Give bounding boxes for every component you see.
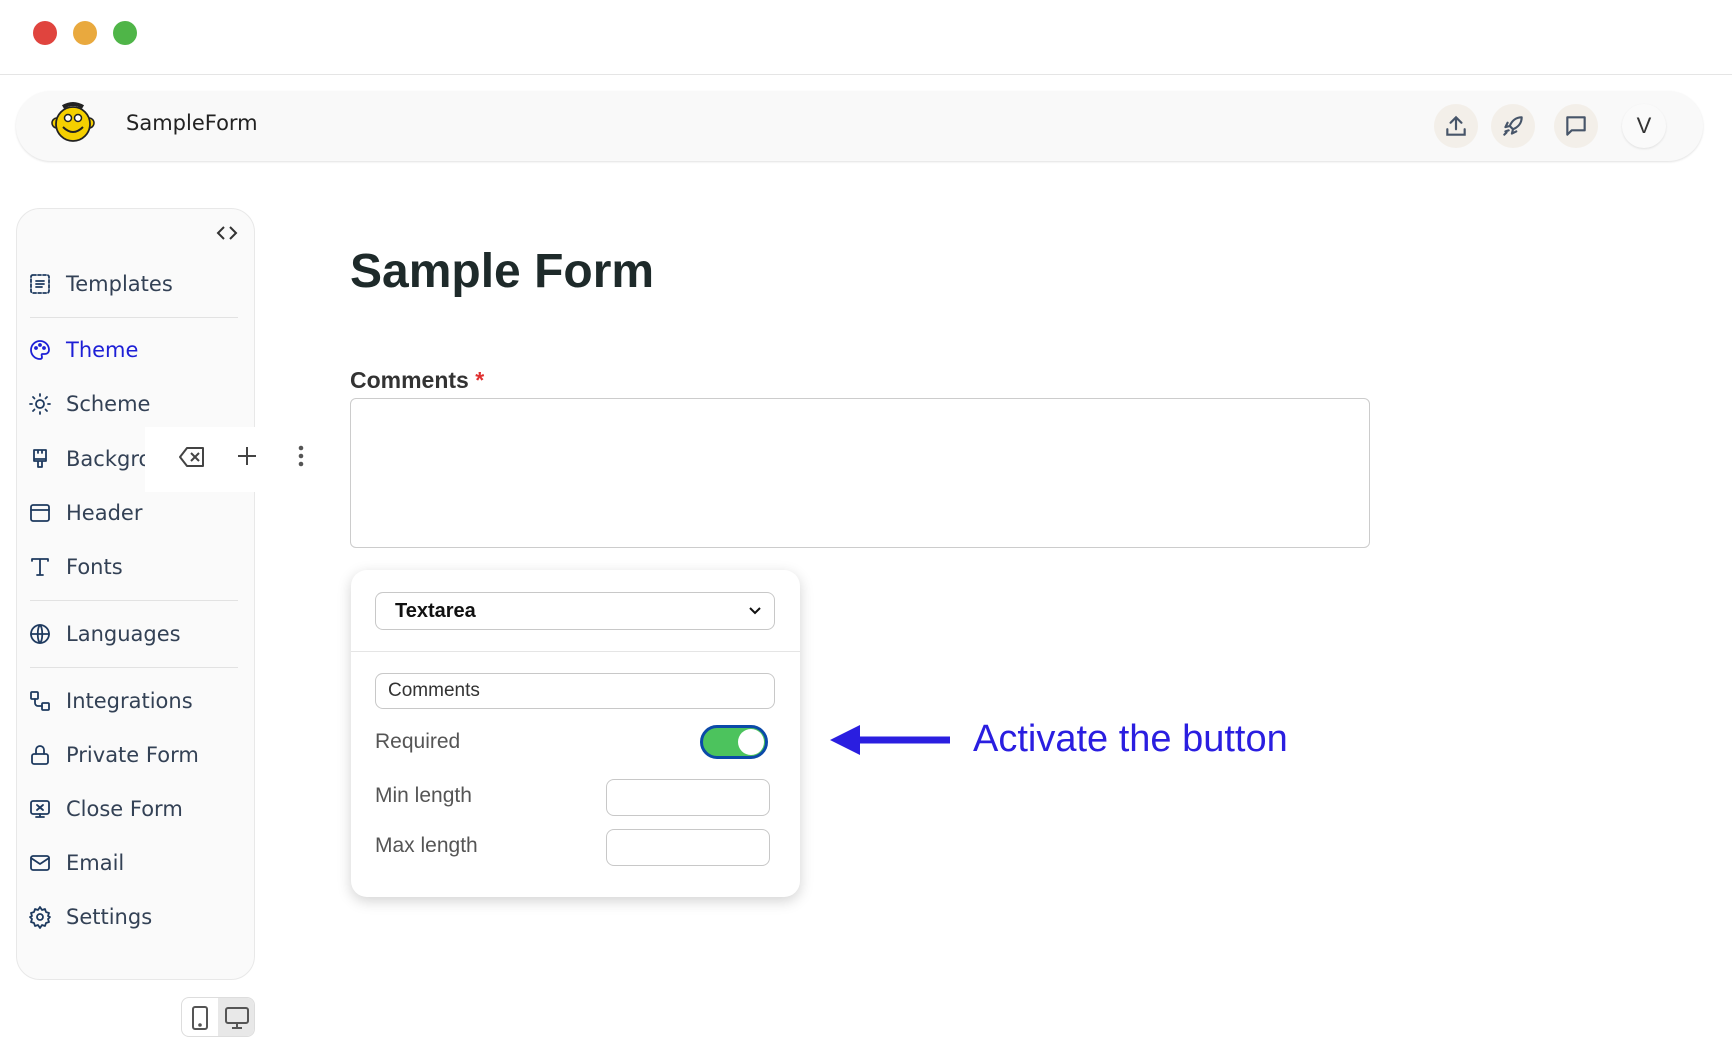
field-toolbar — [145, 427, 310, 492]
max-length-input[interactable] — [606, 829, 770, 866]
sidebar-item-fonts[interactable]: Fonts — [28, 549, 123, 585]
divider — [351, 651, 800, 652]
max-length-label: Max length — [375, 834, 478, 857]
add-field-icon[interactable] — [236, 445, 258, 467]
header-icon — [30, 504, 50, 522]
upload-icon — [1446, 115, 1466, 136]
field-label-text: Comments — [350, 367, 469, 393]
desktop-icon — [225, 1007, 249, 1029]
annotation-text: Activate the button — [973, 718, 1288, 760]
rocket-icon — [1503, 116, 1523, 136]
sidebar-item-header[interactable]: Header — [28, 495, 142, 531]
lock-icon — [31, 745, 49, 765]
integrations-icon — [30, 691, 50, 711]
sidebar-item-label: Fonts — [66, 555, 123, 579]
close-form-icon — [30, 800, 50, 818]
templates-icon — [30, 274, 50, 294]
field-type-value: Textarea — [395, 599, 476, 622]
toggle-knob — [738, 729, 764, 755]
more-options-icon[interactable] — [295, 444, 307, 468]
sidebar-item-background[interactable]: Backgro — [28, 441, 151, 477]
field-label-input[interactable]: Comments — [375, 673, 775, 709]
sidebar-item-scheme[interactable]: Scheme — [28, 386, 150, 422]
mail-icon — [30, 855, 50, 871]
divider — [30, 600, 238, 601]
page-title: Sample Form — [350, 245, 655, 298]
window-maximize-button[interactable] — [113, 21, 137, 45]
sidebar-item-close-form[interactable]: Close Form — [28, 791, 183, 827]
sidebar-item-settings[interactable]: Settings — [28, 899, 152, 935]
sidebar-item-label: Backgro — [66, 447, 152, 471]
globe-icon — [30, 624, 50, 644]
font-icon — [31, 558, 49, 576]
sidebar-item-theme[interactable]: Theme — [28, 332, 138, 368]
field-label: Comments * — [350, 367, 484, 394]
sidebar-item-label: Languages — [66, 622, 181, 646]
monkey-logo — [51, 102, 95, 142]
sidebar-item-private-form[interactable]: Private Form — [28, 737, 199, 773]
sidebar-item-label: Settings — [66, 905, 153, 929]
mobile-icon — [192, 1006, 208, 1030]
sidebar-item-label: Theme — [66, 338, 139, 362]
comment-icon — [1566, 116, 1586, 136]
required-toggle[interactable] — [700, 725, 768, 759]
publish-button[interactable] — [1491, 104, 1535, 148]
palette-icon — [30, 340, 50, 360]
sidebar-item-label: Close Form — [66, 797, 183, 821]
divider — [30, 317, 238, 318]
field-type-select[interactable]: Textarea — [375, 592, 775, 630]
sidebar-item-label: Scheme — [66, 392, 151, 416]
min-length-input[interactable] — [606, 779, 770, 816]
sidebar-item-languages[interactable]: Languages — [28, 616, 181, 652]
arrow-left-icon — [830, 725, 950, 755]
sidebar-item-integrations[interactable]: Integrations — [28, 683, 193, 719]
sidebar-item-label: Header — [66, 501, 143, 525]
sidebar-item-label: Private Form — [66, 743, 199, 767]
divider — [0, 74, 1732, 75]
gear-icon — [29, 906, 51, 929]
avatar[interactable]: V — [1622, 104, 1666, 148]
comments-textarea[interactable] — [350, 398, 1370, 548]
sun-moon-icon — [29, 393, 51, 415]
sidebar-item-label: Integrations — [66, 689, 193, 713]
sidebar-item-label: Email — [66, 851, 125, 875]
desktop-view-button[interactable] — [218, 998, 254, 1036]
sidebar-item-templates[interactable]: Templates — [28, 266, 173, 302]
required-label: Required — [375, 730, 461, 753]
brush-icon — [33, 449, 47, 468]
divider — [30, 667, 238, 668]
upload-button[interactable] — [1434, 104, 1478, 148]
sidebar-item-label: Templates — [66, 272, 173, 296]
required-mark: * — [475, 367, 485, 393]
collapse-sidebar-icon[interactable] — [216, 224, 238, 242]
min-length-label: Min length — [375, 784, 472, 807]
feedback-button[interactable] — [1554, 104, 1598, 148]
window-close-button[interactable] — [33, 21, 57, 45]
mobile-view-button[interactable] — [182, 998, 218, 1036]
field-settings-popover: Textarea Comments Required Min length Ma… — [351, 570, 800, 897]
app-title: SampleForm — [126, 111, 258, 135]
delete-field-icon[interactable] — [178, 445, 206, 469]
chevron-down-icon — [749, 607, 761, 615]
device-toggle — [181, 997, 255, 1037]
window-minimize-button[interactable] — [73, 21, 97, 45]
sidebar-item-email[interactable]: Email — [28, 845, 124, 881]
